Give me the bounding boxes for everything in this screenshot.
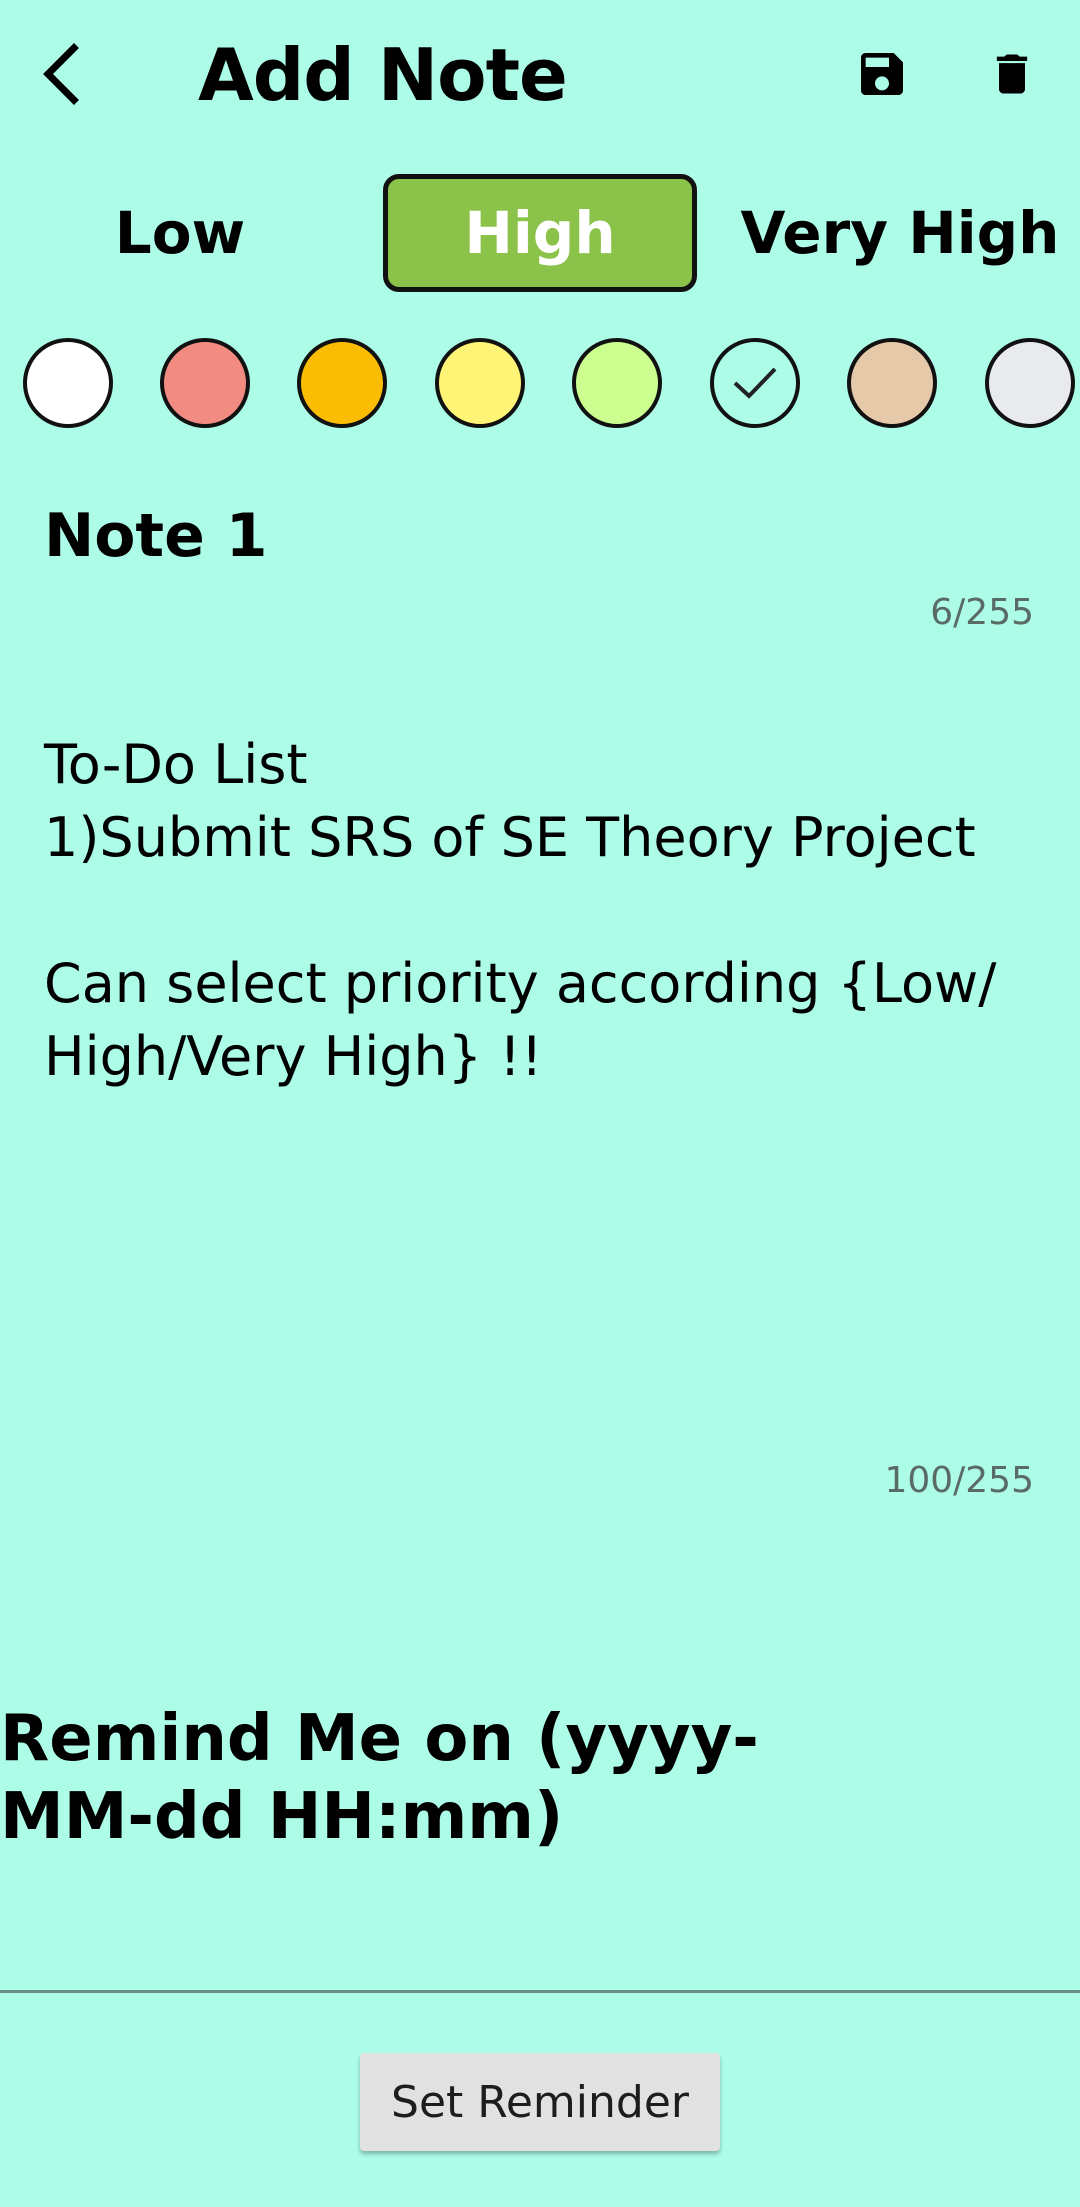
reminder-input-underline[interactable]: [0, 1990, 1080, 1993]
color-swatch-orange[interactable]: [297, 338, 387, 428]
back-button[interactable]: [28, 36, 92, 112]
priority-low[interactable]: Low: [60, 174, 300, 292]
trash-icon: [996, 54, 1028, 94]
color-swatch-green[interactable]: [572, 338, 662, 428]
note-title-input[interactable]: Note 1: [44, 496, 1034, 576]
check-icon: [733, 367, 777, 399]
reminder-label: Remind Me on (yyyy-MM-dd HH:mm): [0, 1702, 759, 1854]
body-char-counter: 100/255: [884, 1460, 1034, 1501]
delete-button[interactable]: [972, 34, 1052, 114]
page-title: Add Note: [198, 33, 568, 117]
color-swatch-red[interactable]: [160, 338, 250, 428]
title-char-counter: 6/255: [930, 592, 1034, 633]
color-swatch-brown[interactable]: [847, 338, 937, 428]
color-swatch-gray[interactable]: [985, 338, 1075, 428]
color-swatch-yellow[interactable]: [435, 338, 525, 428]
color-swatch-teal[interactable]: [710, 338, 800, 428]
set-reminder-button[interactable]: Set Reminder: [360, 2053, 720, 2151]
save-icon: [861, 53, 903, 95]
color-swatch-white[interactable]: [23, 338, 113, 428]
save-button[interactable]: [842, 34, 922, 114]
chevron-left-icon: [43, 43, 79, 105]
note-body-input[interactable]: To-Do List 1)Submit SRS of SE Theory Pro…: [44, 728, 1034, 1093]
priority-high[interactable]: High: [383, 174, 697, 292]
priority-very-high[interactable]: Very High: [740, 174, 1060, 292]
